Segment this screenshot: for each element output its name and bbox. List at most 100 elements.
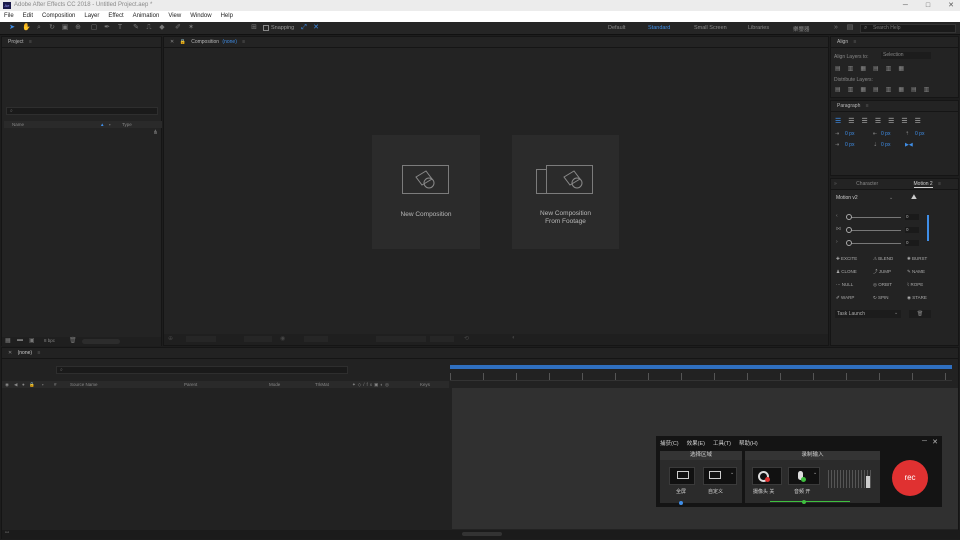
ltr-direction-icon[interactable]: ▶◀	[905, 142, 913, 148]
orbit-button[interactable]: ◎ ORBIT	[873, 282, 892, 288]
snapshot-icon[interactable]: ◉	[280, 335, 285, 342]
menu-edit[interactable]: Edit	[23, 11, 33, 22]
views-dropdown[interactable]	[430, 336, 454, 342]
panel-menu-icon[interactable]: ≡	[37, 350, 40, 356]
workspace-extra[interactable]: 樂鑒器	[793, 25, 810, 33]
workspace-overflow-icon[interactable]: »	[832, 24, 840, 32]
composition-tab-value[interactable]: (none)	[222, 39, 236, 45]
chevron-down-icon[interactable]: ⌄	[889, 195, 893, 201]
work-area-bar[interactable]	[450, 365, 952, 369]
label-icon[interactable]: ⬩	[42, 381, 44, 388]
new-composition-icon[interactable]: ▣	[29, 337, 35, 344]
pan-behind-tool-icon[interactable]: ⊕	[74, 24, 82, 32]
resolution-dropdown[interactable]	[304, 336, 328, 342]
zoom-tool-icon[interactable]: ⌕	[35, 24, 43, 32]
active-camera-dropdown[interactable]	[376, 336, 426, 342]
workspace-small-screen[interactable]: Small Screen	[694, 25, 727, 31]
align-left-icon[interactable]: ☰	[835, 118, 848, 125]
task-launch-trash-icon[interactable]: 🗑	[909, 310, 931, 318]
null-button[interactable]: ⋯ NULL	[836, 282, 853, 288]
panel-menu-icon[interactable]: ≡	[854, 39, 857, 45]
solo-icon[interactable]: ●	[22, 381, 25, 388]
ease-in-slider-knob[interactable]	[846, 214, 852, 220]
rectangle-tool-icon[interactable]: ▢	[90, 24, 98, 32]
panel-menu-icon[interactable]: »	[834, 181, 837, 187]
menu-composition[interactable]: Composition	[42, 11, 75, 22]
pen-tool-icon[interactable]: ✒	[103, 24, 111, 32]
menu-effects[interactable]: 效果(E)	[687, 439, 705, 447]
audio-toggle-button[interactable]: ⌄	[788, 467, 820, 485]
col-mode[interactable]: Mode	[269, 381, 280, 388]
indent-right-value[interactable]: 0 px	[881, 131, 890, 137]
exposure-icon[interactable]: ◐	[512, 335, 516, 341]
menu-capture[interactable]: 捕获(C)	[660, 439, 679, 447]
tab-motion[interactable]: Motion 2	[913, 181, 933, 188]
snap-features-icon[interactable]: ✕	[312, 24, 320, 32]
ease-both-slider-knob[interactable]	[846, 227, 852, 233]
ease-in-slider-track[interactable]	[849, 217, 901, 218]
warp-button[interactable]: ✐ WARP	[836, 295, 854, 301]
flowchart-icon[interactable]: ⋔	[153, 129, 158, 136]
rope-button[interactable]: ⌇ ROPE	[907, 282, 923, 288]
motion-version-dropdown[interactable]: Motion v2	[836, 195, 858, 201]
minimize-icon[interactable]: ─	[903, 0, 908, 11]
time-ruler[interactable]	[450, 373, 952, 381]
workspace-default[interactable]: Default	[608, 25, 625, 31]
label-color-icon[interactable]: ▲	[100, 121, 104, 128]
record-button[interactable]: rec	[892, 460, 928, 496]
align-buttons-row[interactable]: ▤▥▦▤▥▦	[835, 65, 911, 72]
minimize-icon[interactable]: ─	[922, 438, 927, 445]
selection-tool-icon[interactable]: ➤	[8, 24, 16, 32]
composition-tab-label[interactable]: Composition	[191, 39, 219, 45]
tab-character[interactable]: Character	[856, 181, 878, 187]
panel-menu-icon[interactable]: ≡	[938, 181, 941, 187]
menu-animation[interactable]: Animation	[133, 11, 160, 22]
clone-button[interactable]: ♟ CLONE	[836, 269, 857, 275]
custom-region-button[interactable]: ⌄	[703, 467, 737, 485]
camera-tool-icon[interactable]: ▣	[61, 24, 69, 32]
snap-edges-icon[interactable]: ⤢	[300, 24, 308, 32]
zoom-slider[interactable]	[462, 532, 502, 536]
menu-tools[interactable]: 工具(T)	[713, 439, 731, 447]
menu-effect[interactable]: Effect	[108, 11, 123, 22]
col-parent[interactable]: Parent	[184, 381, 197, 388]
chevron-down-icon[interactable]: ⌄	[813, 470, 817, 476]
stare-button[interactable]: ◉ STARE	[907, 295, 927, 301]
lock-icon[interactable]: 🔒	[29, 381, 35, 388]
bpc-label[interactable]: 8 bpc	[44, 338, 55, 343]
brush-tool-icon[interactable]: ✎	[132, 24, 140, 32]
close-icon[interactable]: ✕	[932, 438, 938, 446]
rotate-tool-icon[interactable]: ↻	[48, 24, 56, 32]
search-help-input[interactable]: Search Help	[860, 24, 956, 33]
panel-menu-icon[interactable]: ≡	[242, 39, 245, 45]
maximize-icon[interactable]: □	[926, 0, 930, 11]
comp-flowchart-icon[interactable]: ⚯	[5, 530, 9, 536]
ease-both-value[interactable]: 0	[905, 227, 919, 233]
volume-slider-handle[interactable]	[866, 476, 870, 488]
new-composition-from-footage-card[interactable]: New Composition From Footage	[512, 135, 619, 249]
menu-help[interactable]: Help	[221, 11, 233, 22]
chevron-down-icon[interactable]: ⌄	[894, 310, 898, 316]
trash-icon[interactable]: 🗑	[69, 337, 77, 344]
close-tab-icon[interactable]: ✕	[8, 350, 12, 356]
excite-button[interactable]: ✚ EXCITE	[836, 256, 857, 262]
indent-left-value[interactable]: 0 px	[845, 131, 854, 137]
sync-settings-icon[interactable]: ▤	[846, 24, 854, 32]
ease-in-value[interactable]: 0	[905, 214, 919, 220]
new-composition-card[interactable]: New Composition	[372, 135, 480, 249]
jump-button[interactable]: ⤴ JUMP	[873, 269, 891, 275]
menu-layer[interactable]: Layer	[84, 11, 99, 22]
close-icon[interactable]: ✕	[948, 0, 954, 11]
snapping-checkbox[interactable]	[263, 25, 269, 31]
new-folder-icon[interactable]: ▬	[17, 337, 23, 343]
eraser-tool-icon[interactable]: ◆	[158, 24, 166, 32]
type-tool-icon[interactable]: T	[116, 24, 124, 32]
ease-both-slider-track[interactable]	[849, 230, 901, 231]
name-button[interactable]: ✎ NAME	[907, 269, 925, 275]
workspace-libraries[interactable]: Libraries	[748, 25, 769, 31]
ease-out-slider-knob[interactable]	[846, 240, 852, 246]
col-trkmat[interactable]: TrkMat	[315, 381, 329, 388]
panel-menu-icon[interactable]: ✕	[170, 39, 174, 45]
timeline-search-input[interactable]: ⌕	[56, 366, 348, 374]
interpret-footage-icon[interactable]: ▦	[5, 337, 11, 344]
